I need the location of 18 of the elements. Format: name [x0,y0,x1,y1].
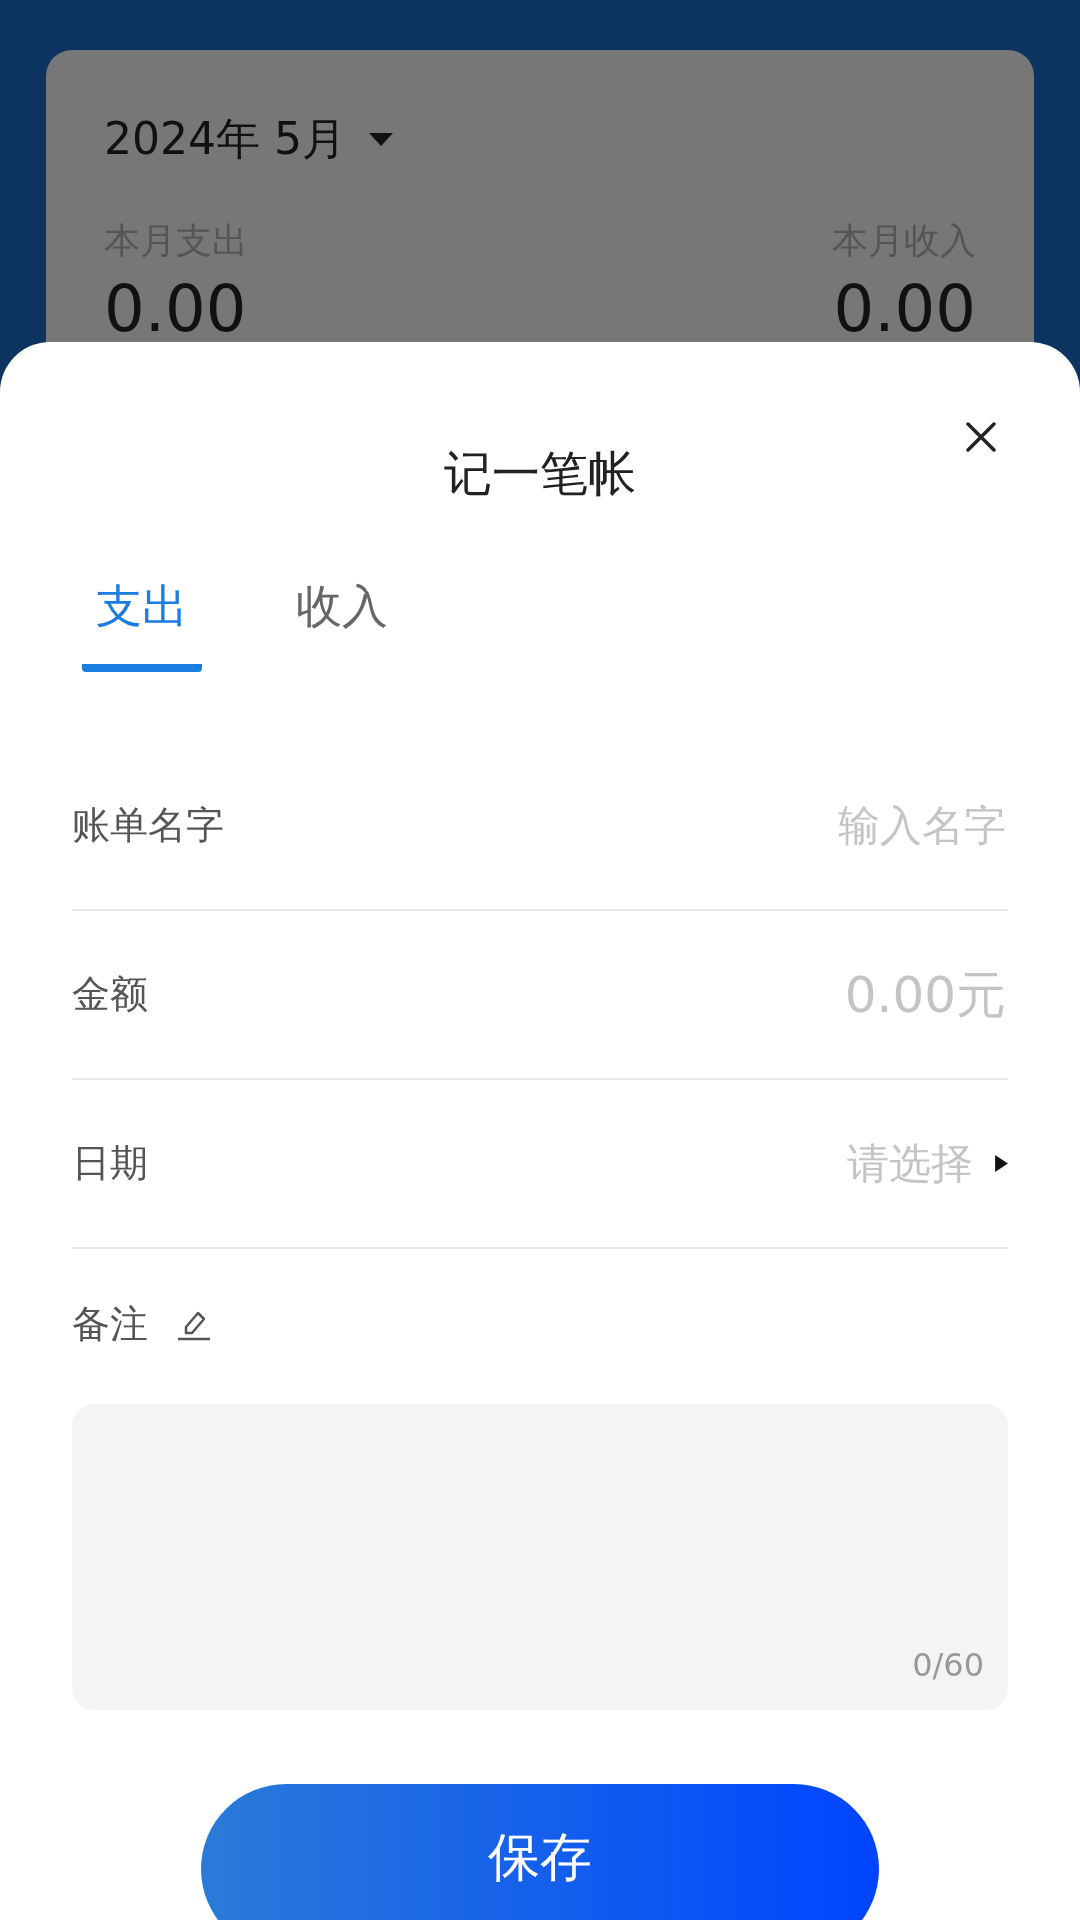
arrow-right-icon[interactable] [995,1155,1008,1172]
caret-icon[interactable] [367,132,394,147]
tab[interactable]: 收入 [282,576,402,672]
input-field[interactable]: 输入名字 [604,800,1008,851]
input-field[interactable]: 0.00元 [604,964,1008,1025]
field-label: 日期 [72,1140,148,1187]
month-selector[interactable]: 2024年 5月 [104,110,346,169]
sheet-title: 记一笔帐 [443,444,637,503]
field-label: 账单名字 [72,802,224,849]
character-counter: 0/60 [912,1646,984,1684]
summary-amount: 0.00 [833,274,976,345]
note-field[interactable]: 0/60 [72,1404,1008,1710]
save-button[interactable]: 保存 [201,1784,879,1920]
field-label: 金额 [72,971,148,1018]
tab[interactable]: 支出 [82,576,202,672]
summary-amount: 0.00 [104,274,248,345]
close-icon[interactable] [966,422,996,452]
note-label: 备注 [72,1301,148,1348]
